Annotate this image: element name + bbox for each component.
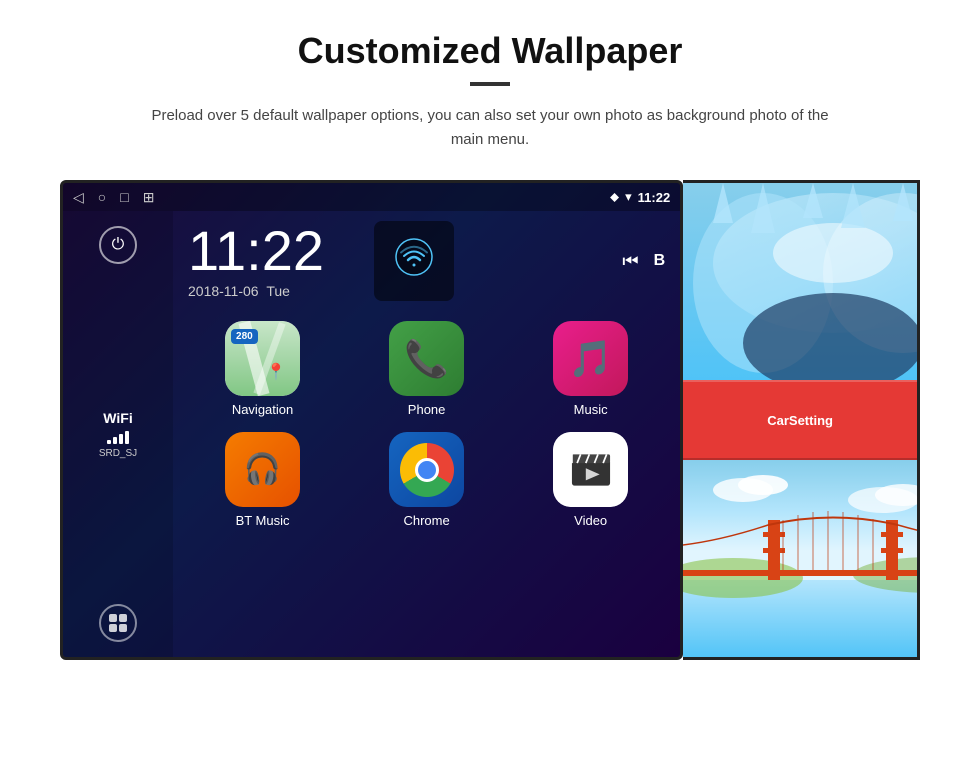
back-nav-icon[interactable]: ◁ [73, 189, 84, 206]
power-button[interactable]: ⏻ [99, 226, 137, 264]
screenshot-nav-icon[interactable]: ⊞ [143, 189, 155, 206]
wallpaper-thumbnails: CarSetting [683, 180, 920, 660]
wallpaper-thumb-ice-cave[interactable] [683, 183, 917, 380]
wifi-info: WiFi SRD_SJ [99, 410, 137, 459]
status-bar-left: ◁ ○ □ ⊞ [73, 189, 154, 206]
status-bar-right: ⬥ ▾ 11:22 [610, 189, 670, 205]
apps-grid-icon [109, 614, 127, 632]
status-bar: ◁ ○ □ ⊞ ⬥ ▾ 11:22 [63, 183, 680, 211]
map-pin-icon: 📍 [266, 362, 286, 382]
bt-music-app-icon: 🎧 [225, 432, 300, 507]
chrome-circle [400, 443, 454, 497]
ice-cave-image [683, 183, 917, 380]
page-title: Customized Wallpaper [60, 30, 920, 72]
media-widget [374, 221, 454, 301]
app-item-music[interactable]: 🎵 Music [516, 321, 665, 417]
title-divider [470, 82, 510, 86]
carsetting-label: CarSetting [767, 413, 833, 428]
music-icon: 🎵 [568, 338, 613, 380]
wifi-status-icon: ▾ [625, 189, 632, 205]
recents-nav-icon[interactable]: □ [120, 189, 128, 205]
clock-display: 11:22 2018-11-06 Tue [188, 223, 324, 299]
app-grid: 280 📍 Navigation 📞 [188, 321, 665, 528]
phone-app-icon: 📞 [389, 321, 464, 396]
media-controls: ⏮ B [622, 251, 665, 272]
app-item-bt-music[interactable]: 🎧 BT Music [188, 432, 337, 528]
android-screen: ◁ ○ □ ⊞ ⬥ ▾ 11:22 ⏻ [60, 180, 683, 660]
device-container: ◁ ○ □ ⊞ ⬥ ▾ 11:22 ⏻ [60, 180, 920, 660]
video-app-label: Video [574, 513, 607, 528]
wallpaper-thumb-bridge[interactable] [683, 460, 917, 657]
screen-content: ⏻ WiFi SRD_SJ [63, 211, 680, 657]
apps-button[interactable] [99, 604, 137, 642]
music-app-label: Music [574, 402, 608, 417]
video-app-icon [553, 432, 628, 507]
wifi-bar-2 [113, 437, 117, 444]
nav-badge: 280 [231, 329, 258, 344]
wallpaper-middle-strip: CarSetting [683, 380, 917, 460]
app-item-phone[interactable]: 📞 Phone [352, 321, 501, 417]
clock-date-row: 11:22 2018-11-06 Tue [188, 221, 665, 301]
power-icon: ⏻ [112, 236, 125, 254]
app-item-video[interactable]: Video [516, 432, 665, 528]
bridge-image [683, 460, 917, 657]
phone-app-label: Phone [408, 402, 446, 417]
wifi-bar-3 [119, 434, 123, 444]
wifi-bars [99, 430, 137, 444]
wifi-bar-1 [107, 440, 111, 444]
chrome-app-label: Chrome [403, 513, 449, 528]
home-nav-icon[interactable]: ○ [98, 189, 106, 205]
prev-track-icon[interactable]: ⏮ [622, 251, 638, 272]
bt-music-app-label: BT Music [236, 513, 290, 528]
chrome-app-icon [389, 432, 464, 507]
track-info: B [654, 252, 666, 270]
phone-icon: 📞 [404, 338, 449, 380]
page-subtitle: Preload over 5 default wallpaper options… [140, 104, 840, 152]
bt-icon: 🎧 [244, 452, 281, 487]
wifi-network-name: SRD_SJ [99, 448, 137, 459]
location-icon: ⬥ [610, 189, 619, 205]
wifi-large-icon [394, 237, 434, 286]
wifi-label: WiFi [99, 410, 137, 426]
app-item-navigation[interactable]: 280 📍 Navigation [188, 321, 337, 417]
navigation-app-icon: 280 📍 [225, 321, 300, 396]
clock-time: 11:22 [188, 223, 324, 279]
music-app-icon: 🎵 [553, 321, 628, 396]
clock-date-text: 2018-11-06 Tue [188, 283, 324, 299]
status-time: 11:22 [638, 190, 671, 205]
left-sidebar: ⏻ WiFi SRD_SJ [63, 211, 173, 657]
center-content: 11:22 2018-11-06 Tue [173, 211, 680, 657]
chrome-inner-dot [415, 458, 439, 482]
app-item-chrome[interactable]: Chrome [352, 432, 501, 528]
navigation-app-label: Navigation [232, 402, 293, 417]
wifi-bar-4 [125, 431, 129, 444]
